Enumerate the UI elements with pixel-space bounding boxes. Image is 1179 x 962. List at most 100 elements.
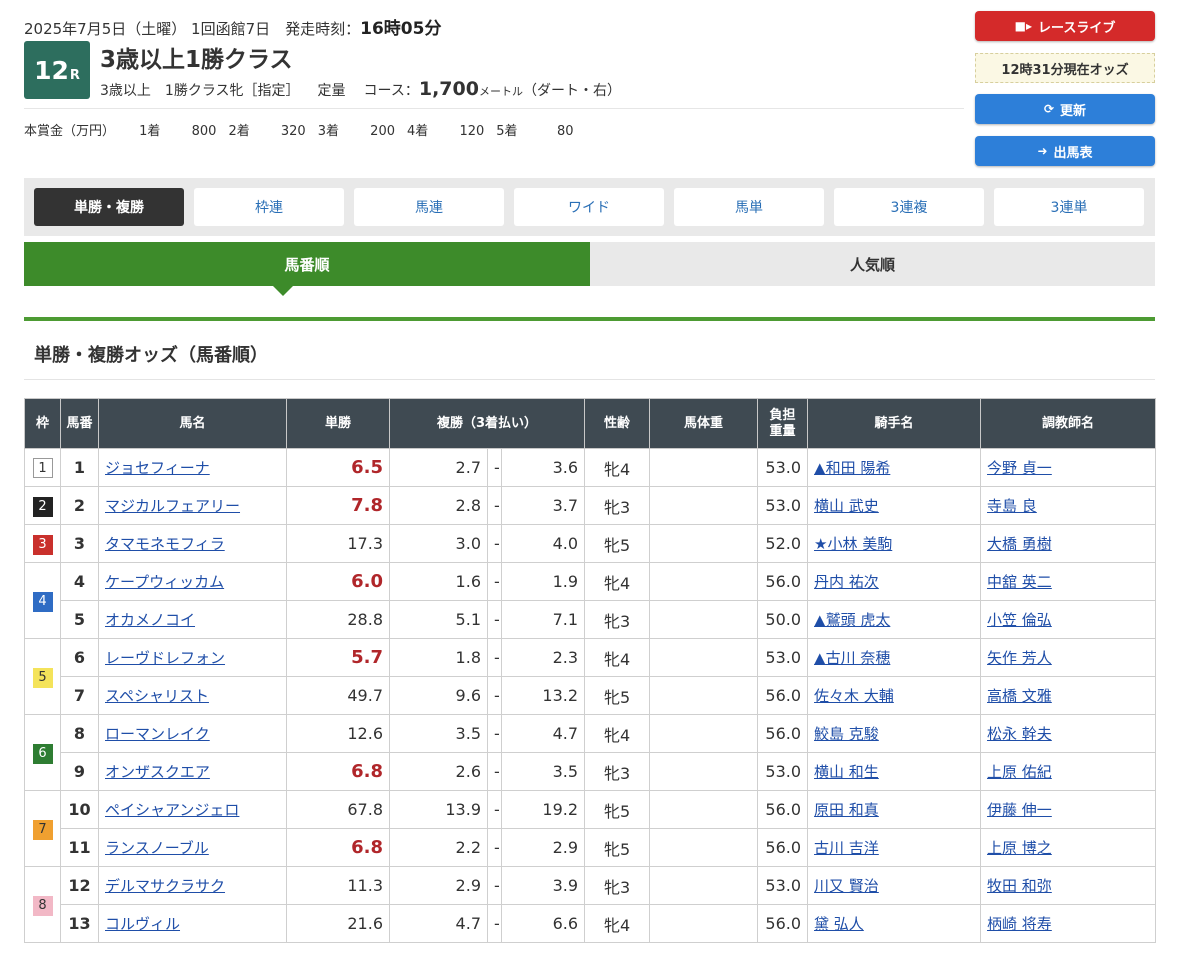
umaban-cell: 5: [60, 600, 99, 639]
jockey-link[interactable]: 横山 武史: [814, 497, 879, 515]
trainer-link[interactable]: 小笠 倫弘: [987, 611, 1052, 629]
trainer-link[interactable]: 寺島 良: [987, 497, 1037, 515]
body-weight-cell: [649, 866, 759, 905]
tab-sort-umaban[interactable]: 馬番順: [24, 242, 590, 286]
table-row: 8 12 デルマサクラサク 11.3 2.9-3.9 牝3 53.0 川又 賢治 牧田 和弥: [24, 866, 1157, 943]
tab-bet-type-5[interactable]: 3連複: [834, 188, 984, 226]
trainer-cell: 高橋 文雅: [980, 676, 1157, 715]
win-odds: 17.3: [286, 524, 390, 563]
horse-name-link[interactable]: デルマサクラサク: [105, 877, 225, 895]
horse-name-link[interactable]: ペイシャアンジェロ: [105, 801, 239, 819]
video-camera-icon: ■▸: [1014, 19, 1032, 33]
tab-sort-popularity[interactable]: 人気順: [590, 242, 1155, 286]
jockey-link[interactable]: 佐々木 大輔: [814, 687, 894, 705]
umaban-cell: 12: [60, 866, 99, 905]
umaban-cell: 9: [60, 752, 99, 791]
horse-name-link[interactable]: タマモネモフィラ: [105, 535, 225, 553]
tab-bet-type-3[interactable]: ワイド: [514, 188, 664, 226]
jockey-link[interactable]: 原田 和真: [814, 801, 879, 819]
horse-name-link[interactable]: オンザスクエア: [105, 763, 210, 781]
odds-time-badge: 12時31分現在オッズ: [975, 53, 1155, 83]
refresh-button[interactable]: ⟳ 更新: [975, 94, 1155, 124]
sex-age-cell: 牝5: [584, 676, 651, 715]
trainer-link[interactable]: 大橋 勇樹: [987, 535, 1052, 553]
entry-list-button[interactable]: ➜ 出馬表: [975, 136, 1155, 166]
race-conditions: 3歳以上 1勝クラス牝［指定］ 定量 コース： 1,700 メートル （ダート・…: [100, 78, 621, 100]
tab-bet-type-6[interactable]: 3連単: [994, 188, 1144, 226]
sex-age-cell: 牝5: [584, 524, 651, 563]
jockey-link[interactable]: ▲古川 奈穂: [814, 649, 890, 667]
horse-name-link[interactable]: スペシャリスト: [105, 687, 209, 705]
place-odds-min: 5.1: [389, 600, 488, 639]
trainer-link[interactable]: 矢作 芳人: [987, 649, 1052, 667]
horse-name-link[interactable]: ジョセフィーナ: [105, 459, 210, 477]
burden-weight-cell: 53.0: [757, 752, 809, 791]
jockey-link[interactable]: ▲鷲頭 虎太: [814, 611, 890, 629]
jockey-link[interactable]: 丹内 祐次: [814, 573, 879, 591]
trainer-link[interactable]: 上原 佑紀: [987, 763, 1052, 781]
waku-cell: 8: [24, 866, 61, 943]
trainer-link[interactable]: 松永 幹夫: [987, 725, 1052, 743]
trainer-link[interactable]: 伊藤 伸一: [987, 801, 1052, 819]
horse-name-cell: オンザスクエア: [98, 752, 287, 791]
waku-badge: 1: [32, 458, 53, 478]
place-odds-min: 1.6: [389, 562, 488, 601]
win-odds: 6.8: [286, 752, 390, 791]
burden-weight-cell: 53.0: [757, 448, 809, 487]
table-header-row: 枠 馬番 馬名 単勝 複勝（3着払い） 性齢 馬体重 負担 重量 騎手名 調教師名: [24, 398, 1157, 449]
waku-cell: 2: [24, 486, 61, 525]
win-odds: 7.8: [286, 486, 390, 525]
jockey-link[interactable]: 川又 賢治: [814, 877, 879, 895]
post-time: 16時05分: [360, 19, 442, 39]
table-row: 7 10 ペイシャアンジェロ 67.8 13.9-19.2 牝5 56.0 原田 和真 伊藤 伸…: [24, 790, 1157, 867]
horse-name-link[interactable]: コルヴィル: [105, 915, 180, 933]
jockey-link[interactable]: ▲和田 陽希: [814, 459, 890, 477]
trainer-link[interactable]: 中舘 英二: [987, 573, 1052, 591]
trainer-link[interactable]: 柄崎 将寿: [987, 915, 1052, 933]
horse-name-cell: ケープウィッカム: [98, 562, 287, 601]
chevron-circle-right-icon: ➜: [1037, 144, 1048, 158]
place-odds-separator: -: [487, 676, 502, 715]
table-row: 4 4 ケープウィッカム 6.0 1.6-1.9 牝4 56.0 丹内 祐次 中舘 英二: [24, 562, 1157, 639]
horse-name-cell: マジカルフェアリー: [98, 486, 287, 525]
body-weight-cell: [649, 448, 759, 487]
section-title: 単勝・複勝オッズ（馬番順）: [34, 345, 268, 366]
burden-weight-cell: 56.0: [757, 828, 809, 867]
jockey-link[interactable]: 鮫島 克駿: [814, 725, 879, 743]
umaban-cell: 10: [60, 790, 99, 829]
jockey-link[interactable]: 古川 吉洋: [814, 839, 879, 857]
tab-bet-type-1[interactable]: 枠連: [194, 188, 344, 226]
burden-weight-cell: 56.0: [757, 562, 809, 601]
tab-bet-type-2[interactable]: 馬連: [354, 188, 504, 226]
distance-unit: メートル: [478, 85, 523, 98]
trainer-link[interactable]: 高橋 文雅: [987, 687, 1052, 705]
trainer-link[interactable]: 牧田 和弥: [987, 877, 1052, 895]
horse-name-link[interactable]: レーヴドレフォン: [105, 649, 225, 667]
trainer-cell: 寺島 良: [980, 486, 1157, 525]
trainer-cell: 大橋 勇樹: [980, 524, 1157, 563]
entry-list-label: 出馬表: [1053, 145, 1093, 161]
win-odds: 5.7: [286, 638, 390, 677]
umaban-cell: 13: [60, 904, 99, 943]
col-sexage: 性齢: [584, 398, 651, 449]
place-odds-max: 13.2: [500, 676, 586, 715]
trainer-link[interactable]: 上原 博之: [987, 839, 1052, 857]
waku-badge: 5: [32, 667, 53, 688]
tab-bet-type-4[interactable]: 馬単: [674, 188, 824, 226]
tab-bet-type-0[interactable]: 単勝・複勝: [34, 188, 184, 226]
horse-name-link[interactable]: ランスノーブル: [105, 839, 209, 857]
jockey-link[interactable]: 黛 弘人: [814, 915, 864, 933]
horse-name-link[interactable]: マジカルフェアリー: [105, 497, 240, 515]
umaban-cell: 3: [60, 524, 99, 563]
horse-name-link[interactable]: ローマンレイク: [105, 725, 210, 743]
course-label: コース：: [363, 83, 419, 99]
horse-name-link[interactable]: オカメノコイ: [105, 611, 195, 629]
prize-place: 5着: [496, 124, 518, 139]
jockey-link[interactable]: 横山 和生: [814, 763, 879, 781]
jockey-link[interactable]: ★小林 美駒: [814, 535, 892, 553]
race-live-button[interactable]: ■▸ レースライブ: [975, 11, 1155, 41]
sex-age-cell: 牝4: [584, 448, 651, 487]
horse-name-cell: デルマサクラサク: [98, 866, 287, 905]
horse-name-link[interactable]: ケープウィッカム: [105, 573, 224, 591]
trainer-link[interactable]: 今野 貞一: [987, 459, 1052, 477]
